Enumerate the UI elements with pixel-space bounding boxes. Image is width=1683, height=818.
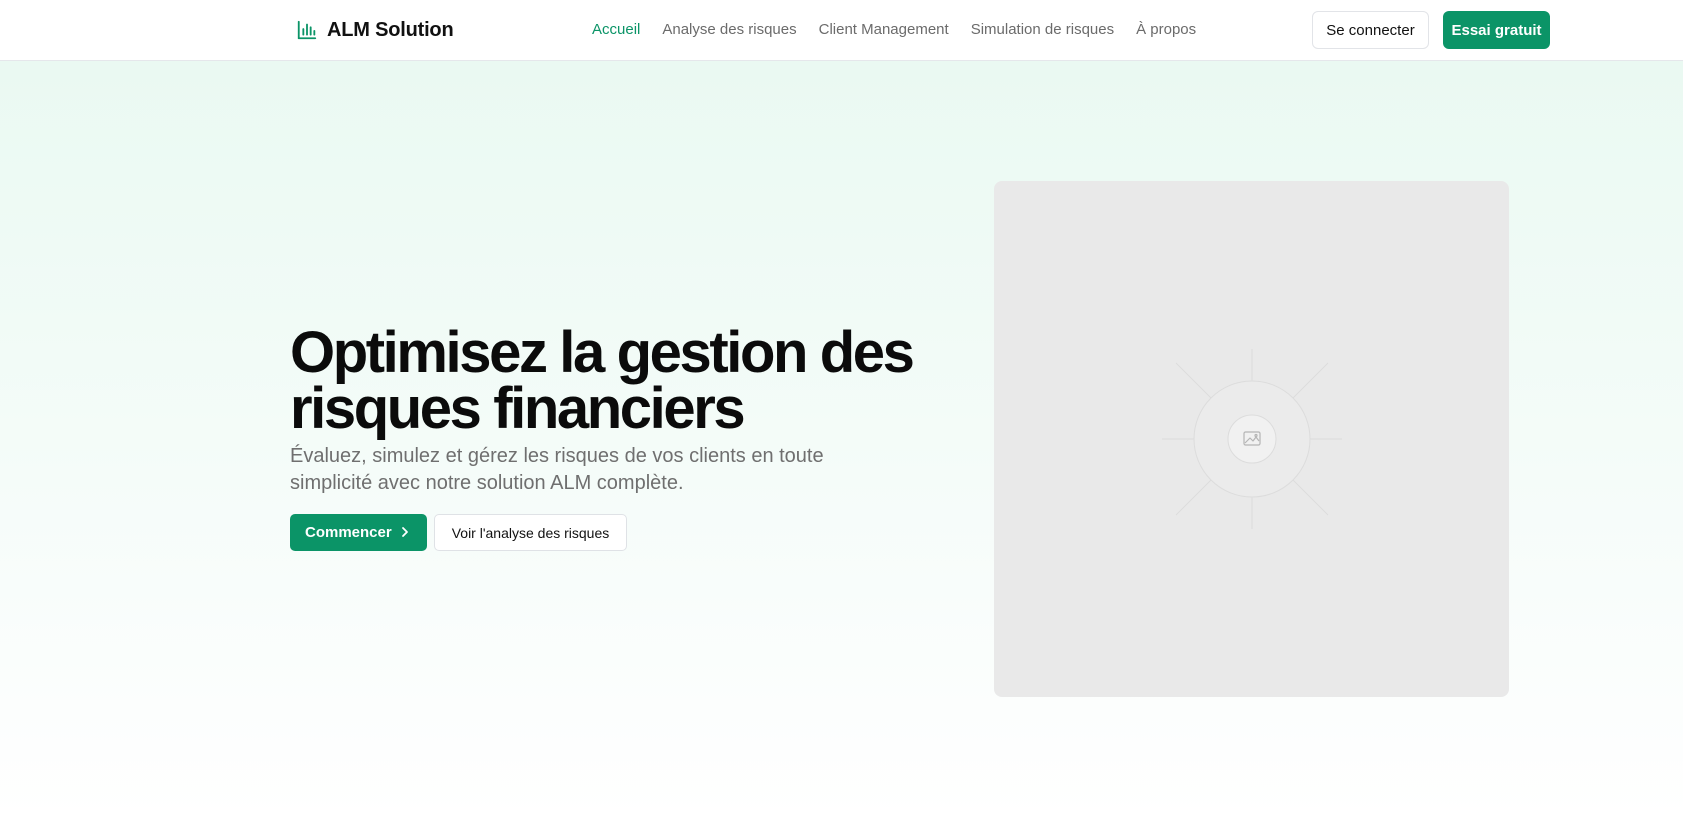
nav-link-accueil[interactable]: Accueil bbox=[592, 20, 640, 40]
hero-title: Optimisez la gestion des risques financi… bbox=[290, 320, 915, 441]
nav-link-simulation-de-risques[interactable]: Simulation de risques bbox=[971, 20, 1114, 40]
chevron-right-icon bbox=[402, 527, 408, 537]
hero-section: Optimisez la gestion des risques financi… bbox=[0, 61, 1683, 818]
image-placeholder-graphic bbox=[1162, 349, 1342, 529]
view-risk-analysis-button[interactable]: Voir l'analyse des risques bbox=[434, 514, 627, 551]
nav-link-client-management[interactable]: Client Management bbox=[819, 20, 949, 40]
hero-image-placeholder bbox=[994, 181, 1509, 697]
login-button[interactable]: Se connecter bbox=[1312, 11, 1429, 49]
hero-subtitle: Évaluez, simulez et gérez les risques de… bbox=[290, 445, 824, 494]
free-trial-button[interactable]: Essai gratuit bbox=[1443, 11, 1550, 49]
site-header: ALM Solution Accueil Analyse des risques… bbox=[0, 0, 1683, 61]
brand-logo[interactable]: ALM Solution bbox=[296, 16, 454, 44]
nav-link-a-propos[interactable]: À propos bbox=[1136, 20, 1196, 40]
main-nav: Accueil Analyse des risques Client Manag… bbox=[592, 20, 1196, 40]
brand-name: ALM Solution bbox=[327, 18, 454, 41]
bar-chart-icon bbox=[297, 20, 317, 40]
start-button-label: Commencer bbox=[305, 524, 392, 541]
nav-link-analyse-des-risques[interactable]: Analyse des risques bbox=[662, 20, 796, 40]
start-button[interactable]: Commencer bbox=[290, 514, 427, 551]
